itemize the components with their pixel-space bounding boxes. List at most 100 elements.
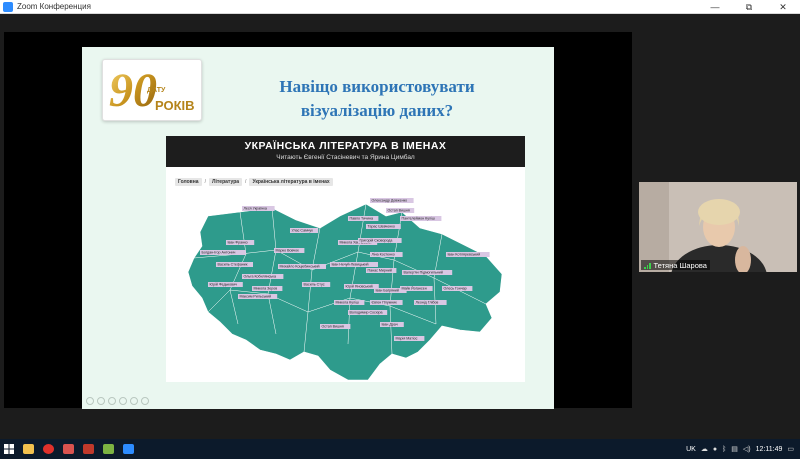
pen-icon[interactable] <box>108 397 116 405</box>
map-label-text: Панас Мирний <box>368 269 392 273</box>
map-label-text: Василь Стефаник <box>218 263 248 267</box>
map-label[interactable]: Тарас Шевченко <box>366 224 401 229</box>
map-label-text: Григорій Сковорода <box>360 239 393 243</box>
map-label[interactable]: Іван Нечуй-Левицький <box>330 262 378 267</box>
file-explorer-icon[interactable] <box>18 439 38 459</box>
system-tray: UK ☁ ● ᛒ ▤ ◁) 12:11:49 ▭ <box>686 439 800 459</box>
map-label[interactable]: Остап Вишня <box>386 208 415 213</box>
window-controls: — ⧉ ✕ <box>698 0 800 14</box>
close-button[interactable]: ✕ <box>766 0 800 14</box>
map-label[interactable]: Марко Вовчок <box>274 248 305 253</box>
map-label[interactable]: Олександр Довженко <box>370 198 414 203</box>
breadcrumb-home[interactable]: Головна <box>175 178 202 186</box>
map-label[interactable]: Марія Матіос <box>394 336 425 341</box>
ukraine-map-shape <box>187 203 503 381</box>
slide-title-line2: візуалізацію даних? <box>300 101 454 120</box>
window-title: Zoom Конференция <box>17 2 91 11</box>
map-label[interactable]: Леся Українка <box>242 206 275 211</box>
map-label[interactable]: Пантелеймон Куліш <box>400 216 442 221</box>
shared-slide: 90 ДАТУ РОКІВ Навіщо використовувати віз… <box>82 47 554 409</box>
map-label[interactable]: Іван Франко <box>226 240 255 245</box>
map-label-text: Ліна Костенко <box>372 253 395 257</box>
participant-video <box>639 182 797 272</box>
map-label[interactable]: Улас Самчук <box>290 228 319 233</box>
map-label-text: Микола Зеров <box>254 287 278 291</box>
map-label[interactable]: Євген Плужник <box>370 300 403 305</box>
map-label[interactable]: Богдан-Ігор Антонич <box>200 250 246 255</box>
opera-browser-icon[interactable] <box>38 439 58 459</box>
slides-grid-icon[interactable] <box>119 397 127 405</box>
map-label-text: Іван Драч <box>382 323 398 327</box>
map-label[interactable]: Григорій Сковорода <box>358 238 402 243</box>
map-label[interactable]: Павло Тичина <box>348 216 379 221</box>
zoom-icon[interactable] <box>130 397 138 405</box>
minimize-button[interactable]: — <box>698 0 732 14</box>
map-label-text: Валер'ян Підмогильний <box>404 271 443 275</box>
map-label[interactable]: Леонід Глібов <box>414 300 447 305</box>
windows-start-icon[interactable] <box>0 439 18 459</box>
slide-toolbar <box>86 397 149 405</box>
map-label[interactable]: Іван Драч <box>380 322 404 327</box>
anniversary-logo: 90 ДАТУ РОКІВ <box>102 59 202 121</box>
map-label[interactable]: Олесь Гончар <box>442 286 473 291</box>
map-label[interactable]: Василь Стус <box>302 282 331 287</box>
language-indicator[interactable]: UK <box>686 446 696 453</box>
website-screenshot: УКРАЇНСЬКА ЛІТЕРАТУРА В ІМЕНАХ Читають Є… <box>166 136 525 382</box>
breadcrumb-separator: / <box>204 179 206 185</box>
map-label-text: Іван Котляревський <box>448 253 481 257</box>
map-label[interactable]: Ольга Кобилянська <box>242 274 284 279</box>
microphone-icon[interactable]: ● <box>713 446 717 453</box>
map-label[interactable]: Ліна Костенко <box>370 252 403 257</box>
network-icon[interactable]: ▤ <box>731 445 738 453</box>
map-label-text: Михайло Коцюбинський <box>280 265 320 269</box>
site-header: УКРАЇНСЬКА ЛІТЕРАТУРА В ІМЕНАХ Читають Є… <box>166 136 525 167</box>
map-label[interactable]: Майк Йогансен <box>400 286 433 291</box>
map-label-text: Іван Нечуй-Левицький <box>332 263 369 267</box>
map-label[interactable]: Панас Мирний <box>366 268 397 273</box>
zoom-taskbar-icon[interactable] <box>118 439 138 459</box>
maximize-button[interactable]: ⧉ <box>732 0 766 14</box>
map-label-text: Олесь Гончар <box>444 287 467 291</box>
map-label-text: Євген Плужник <box>372 301 398 305</box>
map-label[interactable]: Микола Зеров <box>252 286 283 291</box>
participant-name: Тетяна Шарова <box>653 260 707 270</box>
map-label[interactable]: Василь Стефаник <box>216 262 253 267</box>
breadcrumb-literature[interactable]: Література <box>208 178 243 186</box>
map-label[interactable]: Володимир Сосюра <box>348 310 388 315</box>
logo-top-text: ДАТУ <box>147 87 166 94</box>
media-app-icon[interactable] <box>98 439 118 459</box>
taskbar: UK ☁ ● ᛒ ▤ ◁) 12:11:49 ▭ <box>0 439 800 459</box>
map-label-text: Майк Йогансен <box>402 287 427 291</box>
map-label-text: Юрій Яновський <box>346 285 373 289</box>
logo-bottom-text: РОКІВ <box>155 98 195 113</box>
map-label[interactable]: Микола Куліш <box>334 300 365 305</box>
map-label-text: Василь Стус <box>304 283 325 287</box>
clock[interactable]: 12:11:49 <box>756 446 783 453</box>
next-slide-icon[interactable] <box>97 397 105 405</box>
map-label-text: Іван Багряний <box>376 289 399 293</box>
participant-video-tile[interactable]: Тетяна Шарова <box>639 182 797 272</box>
map-label[interactable]: Іван Котляревський <box>446 252 490 257</box>
notifications-icon[interactable]: ▭ <box>787 445 794 453</box>
ukraine-map: Леся Українка Олександр Довженко Остап Виш… <box>187 198 503 381</box>
map-label[interactable]: Юрій Федькович <box>208 282 243 287</box>
presentation-app-icon[interactable] <box>78 439 98 459</box>
prev-slide-icon[interactable] <box>86 397 94 405</box>
window-titlebar: Zoom Конференция — ⧉ ✕ <box>0 0 800 14</box>
map-label[interactable]: Валер'ян Підмогильний <box>402 270 453 275</box>
bluetooth-icon[interactable]: ᛒ <box>722 446 726 453</box>
map-label-text: Улас Самчук <box>292 229 314 233</box>
map-label-text: Богдан-Ігор Антонич <box>202 251 236 255</box>
more-options-icon[interactable] <box>141 397 149 405</box>
map-label[interactable]: Максим Рильський <box>238 294 278 299</box>
onedrive-icon[interactable]: ☁ <box>701 445 708 453</box>
volume-icon[interactable]: ◁) <box>743 445 751 453</box>
map-label-text: Марія Матіос <box>396 337 418 341</box>
map-label-text: Пантелеймон Куліш <box>402 217 435 221</box>
map-label[interactable]: Остап Вишня <box>320 324 351 329</box>
map-label[interactable]: Юрій Яновський <box>344 284 379 289</box>
breadcrumb: Головна / Література / Українська літера… <box>175 178 333 186</box>
pdf-reader-icon[interactable] <box>58 439 78 459</box>
map-label[interactable]: Михайло Коцюбинський <box>278 264 326 269</box>
map-label-text: Тарас Шевченко <box>368 225 395 229</box>
